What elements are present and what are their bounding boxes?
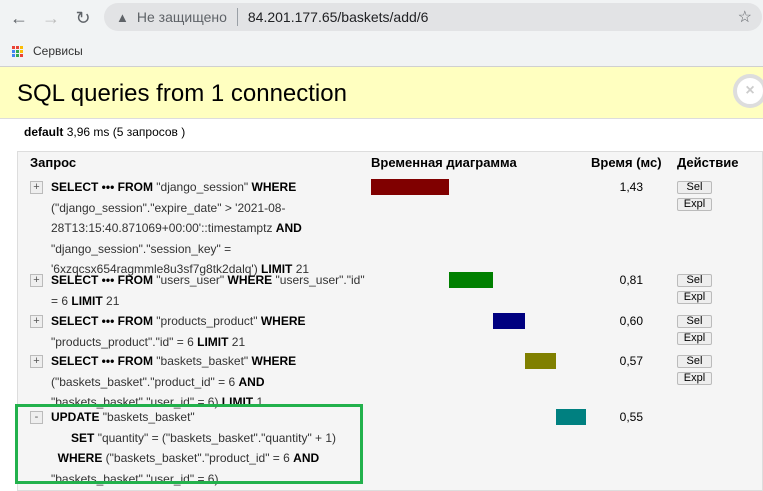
- select-button[interactable]: Sel: [677, 274, 712, 287]
- highlight-box: [15, 404, 363, 484]
- sql-keyword: LIMIT: [197, 334, 229, 349]
- url-text[interactable]: 84.201.177.65/baskets/add/6: [248, 9, 429, 25]
- sql-line: SELECT ••• FROM "baskets_basket" WHERE: [51, 351, 371, 372]
- sql-keyword: SELECT ••• FROM: [51, 314, 153, 328]
- sql-fragment: "django_session": [152, 180, 252, 194]
- apps-icon[interactable]: [12, 45, 23, 57]
- sql-keyword: AND: [275, 221, 302, 235]
- connection-summary: default 3,96 ms (5 запросов ): [24, 125, 185, 139]
- reload-icon[interactable]: ↻: [70, 8, 96, 29]
- sql-fragment: "baskets_basket": [152, 354, 252, 368]
- sql-fragment: "products_product": [152, 314, 261, 328]
- header-time: Время (мс): [591, 155, 662, 170]
- sql-line: SELECT ••• FROM "django_session" WHERE: [51, 177, 371, 198]
- nav-bar: ← → ↻ ▲ Не защищено 84.201.177.65/basket…: [0, 0, 763, 36]
- sql-text: SELECT ••• FROM "products_product" WHERE…: [51, 311, 371, 352]
- timeline-bar: [556, 409, 586, 425]
- sql-fragment: 21: [102, 293, 120, 308]
- timeline-bar: [371, 179, 449, 195]
- bookmarks-bar: Сервисы: [0, 36, 763, 67]
- sql-panel-header: SQL queries from 1 connection ×: [0, 67, 763, 119]
- alias: default: [24, 125, 64, 139]
- sql-keyword: SELECT ••• FROM: [51, 180, 153, 194]
- sql-fragment: "users_user": [152, 273, 228, 287]
- sql-keyword: LIMIT: [71, 293, 103, 308]
- sql-line: = 6 LIMIT 21: [51, 291, 371, 312]
- sql-text: SELECT ••• FROM "users_user" WHERE "user…: [51, 270, 371, 311]
- sql-fragment: "users_user"."id": [272, 273, 365, 287]
- sql-keyword: SELECT ••• FROM: [51, 354, 153, 368]
- select-button[interactable]: Sel: [677, 181, 712, 194]
- address-bar[interactable]: ▲ Не защищено 84.201.177.65/baskets/add/…: [104, 3, 762, 31]
- explain-button[interactable]: Expl: [677, 291, 712, 304]
- total-time: 3,96 ms: [66, 125, 110, 139]
- query-time: 0,55: [619, 410, 643, 424]
- header-query: Запрос: [30, 155, 77, 170]
- back-icon[interactable]: ←: [6, 8, 32, 29]
- query-time: 0,60: [619, 314, 643, 328]
- sql-fragment: ("baskets_basket"."product_id" = 6: [51, 374, 239, 389]
- sql-line: SELECT ••• FROM "products_product" WHERE: [51, 311, 371, 332]
- forward-icon[interactable]: →: [38, 8, 64, 29]
- sql-fragment: "products_product"."id" = 6: [51, 334, 198, 349]
- query-row: + SELECT ••• FROM "django_session" WHERE (…: [18, 178, 762, 276]
- timeline-bar: [448, 272, 493, 288]
- sql-keyword: WHERE: [227, 273, 273, 287]
- sql-fragment: = 6: [51, 293, 72, 308]
- toggle-button[interactable]: +: [30, 274, 43, 287]
- query-time: 0,81: [619, 273, 643, 287]
- sql-line: 28T13:15:40.871069+00:00'::timestamptz A…: [51, 218, 371, 239]
- explain-button[interactable]: Expl: [677, 332, 712, 345]
- select-button[interactable]: Sel: [677, 355, 712, 368]
- sql-fragment: "django_session"."session_key" =: [51, 241, 232, 256]
- query-row: + SELECT ••• FROM "products_product" WHER…: [18, 312, 762, 352]
- sql-line: ("baskets_basket"."product_id" = 6 AND: [51, 372, 371, 393]
- sql-fragment: ("django_session"."expire_date" > '2021-…: [51, 200, 286, 215]
- divider: [236, 8, 238, 26]
- warning-icon[interactable]: ▲: [116, 10, 129, 25]
- header-action: Действие: [677, 155, 739, 170]
- sql-line: ("django_session"."expire_date" > '2021-…: [51, 198, 371, 219]
- sql-keyword: SELECT ••• FROM: [51, 273, 153, 287]
- sql-fragment: 21: [228, 334, 246, 349]
- sql-keyword: WHERE: [260, 314, 306, 328]
- query-row: + SELECT ••• FROM "baskets_basket" WHERE(…: [18, 351, 762, 409]
- bookmark-services[interactable]: Сервисы: [33, 44, 83, 58]
- explain-button[interactable]: Expl: [677, 372, 712, 385]
- header-timeline: Временная диаграмма: [371, 155, 517, 170]
- panel-title: SQL queries from 1 connection: [17, 80, 347, 107]
- sql-keyword: WHERE: [251, 180, 297, 194]
- star-icon[interactable]: ☆: [738, 7, 752, 27]
- browser-chrome: ← → ↻ ▲ Не защищено 84.201.177.65/basket…: [0, 0, 763, 67]
- sql-fragment: 28T13:15:40.871069+00:00'::timestamptz: [51, 221, 276, 235]
- sql-line: SELECT ••• FROM "users_user" WHERE "user…: [51, 270, 371, 291]
- toggle-button[interactable]: +: [30, 181, 43, 194]
- close-icon[interactable]: ×: [733, 74, 763, 108]
- query-count: (5 запросов ): [112, 125, 186, 139]
- toggle-button[interactable]: +: [30, 355, 43, 368]
- timeline-bar: [525, 353, 557, 369]
- sql-keyword: AND: [238, 374, 265, 389]
- sql-line: "products_product"."id" = 6 LIMIT 21: [51, 332, 371, 353]
- query-time: 1,43: [619, 180, 643, 194]
- explain-button[interactable]: Expl: [677, 198, 712, 211]
- sql-text: SELECT ••• FROM "django_session" WHERE ("…: [51, 177, 371, 280]
- select-button[interactable]: Sel: [677, 315, 712, 328]
- query-time: 0,57: [619, 354, 643, 368]
- sql-line: "django_session"."session_key" =: [51, 239, 371, 260]
- query-row: + SELECT ••• FROM "users_user" WHERE "use…: [18, 271, 762, 311]
- security-label[interactable]: Не защищено: [137, 9, 227, 25]
- sql-keyword: WHERE: [251, 354, 297, 368]
- toggle-button[interactable]: +: [30, 315, 43, 328]
- timeline-bar: [492, 313, 526, 329]
